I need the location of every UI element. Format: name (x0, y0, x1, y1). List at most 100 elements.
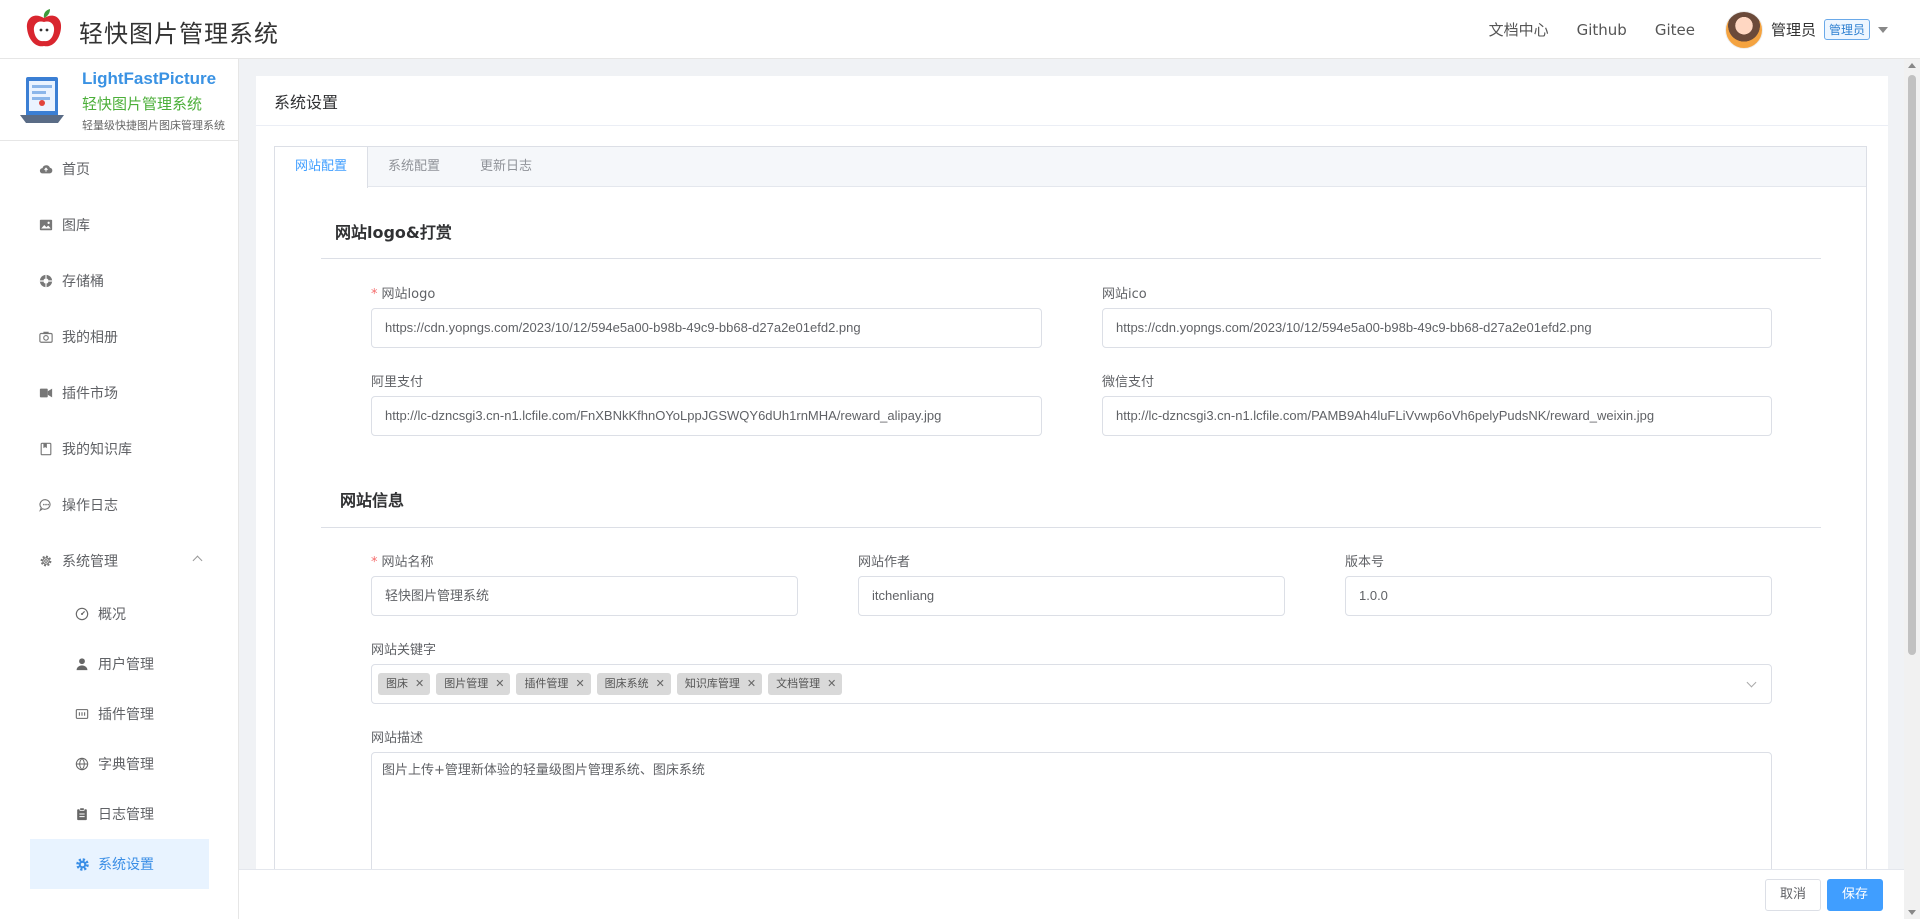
ico-label: 网站ico (1102, 287, 1147, 302)
alipay-label: 阿里支付 (371, 375, 424, 390)
required-mark: * (371, 287, 378, 302)
settings-card: 系统设置 网站配置 系统配置 更新日志 网站logo&打赏 * 网站logo ht… (256, 76, 1888, 919)
close-icon[interactable]: ✕ (827, 673, 836, 695)
keywords-select[interactable]: 图床 ✕ 图片管理 ✕ 插件管理 ✕ 图床系统 ✕ 知识库管理 ✕ 文档管理 ✕ (371, 664, 1772, 704)
section-title-logo: 网站logo&打赏 (335, 223, 452, 242)
sidebar-item-label: 图库 (62, 218, 90, 234)
keyword-tag: 插件管理 ✕ (516, 673, 591, 695)
scrollbar-thumb[interactable] (1908, 75, 1916, 655)
sidebar-item-home[interactable]: 首页 (0, 141, 239, 197)
sidebar-item-label: 我的相册 (62, 330, 118, 346)
divider (321, 258, 1821, 259)
brand-computer-icon (20, 77, 64, 123)
brand-name-cn: 轻快图片管理系统 (82, 95, 203, 113)
image-icon (38, 217, 54, 233)
sidebar-subitem-overview[interactable]: 概况 (0, 589, 239, 639)
tabs-panel: 网站配置 系统配置 更新日志 网站logo&打赏 * 网站logo https:/… (274, 146, 1867, 919)
sidebar-subitem-label: 字典管理 (98, 757, 154, 773)
sidebar-item-label: 我的知识库 (62, 442, 132, 458)
app-title: 轻快图片管理系统 (79, 20, 279, 48)
logo-url-input[interactable]: https://cdn.yopngs.com/2023/10/12/594e5a… (371, 308, 1042, 348)
sidebar-item-plugin-market[interactable]: 插件市场 (0, 365, 239, 421)
version-label: 版本号 (1345, 555, 1385, 570)
nav-docs-link[interactable]: 文档中心 (1489, 19, 1549, 40)
dictionary-icon (74, 756, 90, 772)
brand-subtitle: 轻量级快捷图片图床管理系统 (82, 119, 225, 132)
keyword-tag: 图片管理 ✕ (436, 673, 511, 695)
sidebar-subitem-settings[interactable]: 系统设置 (30, 839, 209, 889)
brand-block: LightFastPicture 轻快图片管理系统 轻量级快捷图片图床管理系统 (0, 59, 239, 141)
keywords-label: 网站关键字 (371, 643, 437, 658)
role-badge: 管理员 (1823, 19, 1870, 40)
sidebar-menu: 首页 图库 存储桶 我的相册 插件市场 我的知识库 操作日志 系统管理 概况 用… (0, 141, 239, 889)
cloud-icon (38, 161, 54, 177)
site-name-input[interactable]: 轻快图片管理系统 (371, 576, 798, 616)
sidebar: LightFastPicture 轻快图片管理系统 轻量级快捷图片图床管理系统 … (0, 59, 239, 919)
wechat-label: 微信支付 (1102, 375, 1155, 390)
close-icon[interactable]: ✕ (575, 673, 584, 695)
required-mark: * (371, 555, 378, 570)
tab-site-config[interactable]: 网站配置 (275, 147, 369, 188)
ico-url-input[interactable]: https://cdn.yopngs.com/2023/10/12/594e5a… (1102, 308, 1772, 348)
logo-label: * 网站logo (371, 287, 436, 302)
footer-action-bar: 取消 保存 (239, 869, 1904, 919)
sidebar-subitem-dictionary[interactable]: 字典管理 (0, 739, 239, 789)
close-icon[interactable]: ✕ (495, 673, 504, 695)
tab-system-config[interactable]: 系统配置 (368, 147, 460, 187)
apple-logo-icon[interactable] (24, 8, 64, 50)
sidebar-subitem-label: 概况 (98, 607, 126, 623)
scroll-down-arrow-icon[interactable] (1908, 910, 1916, 915)
sidebar-item-system[interactable]: 系统管理 (0, 533, 239, 589)
user-name[interactable]: 管理员 (1771, 19, 1816, 40)
wechat-url-input[interactable]: http://lc-dzncsgi3.cn-n1.lcfile.com/PAMB… (1102, 396, 1772, 436)
section-title-info: 网站信息 (340, 491, 405, 510)
close-icon[interactable]: ✕ (656, 673, 665, 695)
chevron-down-icon[interactable] (1878, 26, 1888, 33)
plugin-manage-icon (74, 706, 90, 722)
chevron-down-icon[interactable] (1746, 677, 1757, 688)
chevron-up-icon (192, 555, 203, 566)
save-button[interactable]: 保存 (1827, 879, 1884, 911)
sidebar-subitem-logs[interactable]: 日志管理 (0, 789, 239, 839)
sidebar-subitem-users[interactable]: 用户管理 (0, 639, 239, 689)
dashboard-icon (74, 606, 90, 622)
sidebar-item-album[interactable]: 我的相册 (0, 309, 239, 365)
site-name-label: * 网站名称 (371, 555, 434, 570)
keyword-tag: 图床系统 ✕ (596, 673, 671, 695)
sidebar-item-oplog[interactable]: 操作日志 (0, 477, 239, 533)
bucket-icon (38, 273, 54, 289)
page-title: 系统设置 (256, 76, 1888, 126)
sidebar-item-label: 系统管理 (62, 554, 118, 570)
close-icon[interactable]: ✕ (747, 673, 756, 695)
nav-gitee-link[interactable]: Gitee (1655, 21, 1695, 39)
clipboard-icon (74, 806, 90, 822)
camera-icon (38, 329, 54, 345)
vertical-scrollbar[interactable] (1904, 59, 1920, 919)
plugin-icon (38, 385, 54, 401)
sidebar-item-label: 操作日志 (62, 498, 118, 514)
scroll-up-arrow-icon[interactable] (1908, 63, 1916, 68)
nav-github-link[interactable]: Github (1577, 21, 1627, 39)
sidebar-subitem-plugins[interactable]: 插件管理 (0, 689, 239, 739)
author-input[interactable]: itchenliang (858, 576, 1285, 616)
tab-bar: 网站配置 系统配置 更新日志 (275, 147, 1866, 188)
close-icon[interactable]: ✕ (415, 673, 424, 695)
divider (321, 527, 1821, 528)
sidebar-item-knowledge[interactable]: 我的知识库 (0, 421, 239, 477)
sidebar-item-gallery[interactable]: 图库 (0, 197, 239, 253)
sidebar-subitem-label: 用户管理 (98, 657, 154, 673)
main-content: 系统设置 网站配置 系统配置 更新日志 网站logo&打赏 * 网站logo ht… (239, 59, 1904, 919)
avatar[interactable] (1724, 10, 1763, 49)
tab-changelog[interactable]: 更新日志 (460, 147, 552, 187)
version-input[interactable]: 1.0.0 (1345, 576, 1772, 616)
cancel-button[interactable]: 取消 (1765, 879, 1822, 911)
keyword-tag: 知识库管理 ✕ (676, 673, 763, 695)
top-header: 轻快图片管理系统 文档中心 Github Gitee 管理员 管理员 (0, 0, 1920, 59)
settings-icon (74, 856, 90, 872)
sidebar-subitem-label: 插件管理 (98, 707, 154, 723)
gear-icon (38, 553, 54, 569)
alipay-url-input[interactable]: http://lc-dzncsgi3.cn-n1.lcfile.com/FnXB… (371, 396, 1042, 436)
brand-name-en: LightFastPicture (82, 69, 217, 88)
sidebar-item-label: 插件市场 (62, 386, 118, 402)
sidebar-item-bucket[interactable]: 存储桶 (0, 253, 239, 309)
